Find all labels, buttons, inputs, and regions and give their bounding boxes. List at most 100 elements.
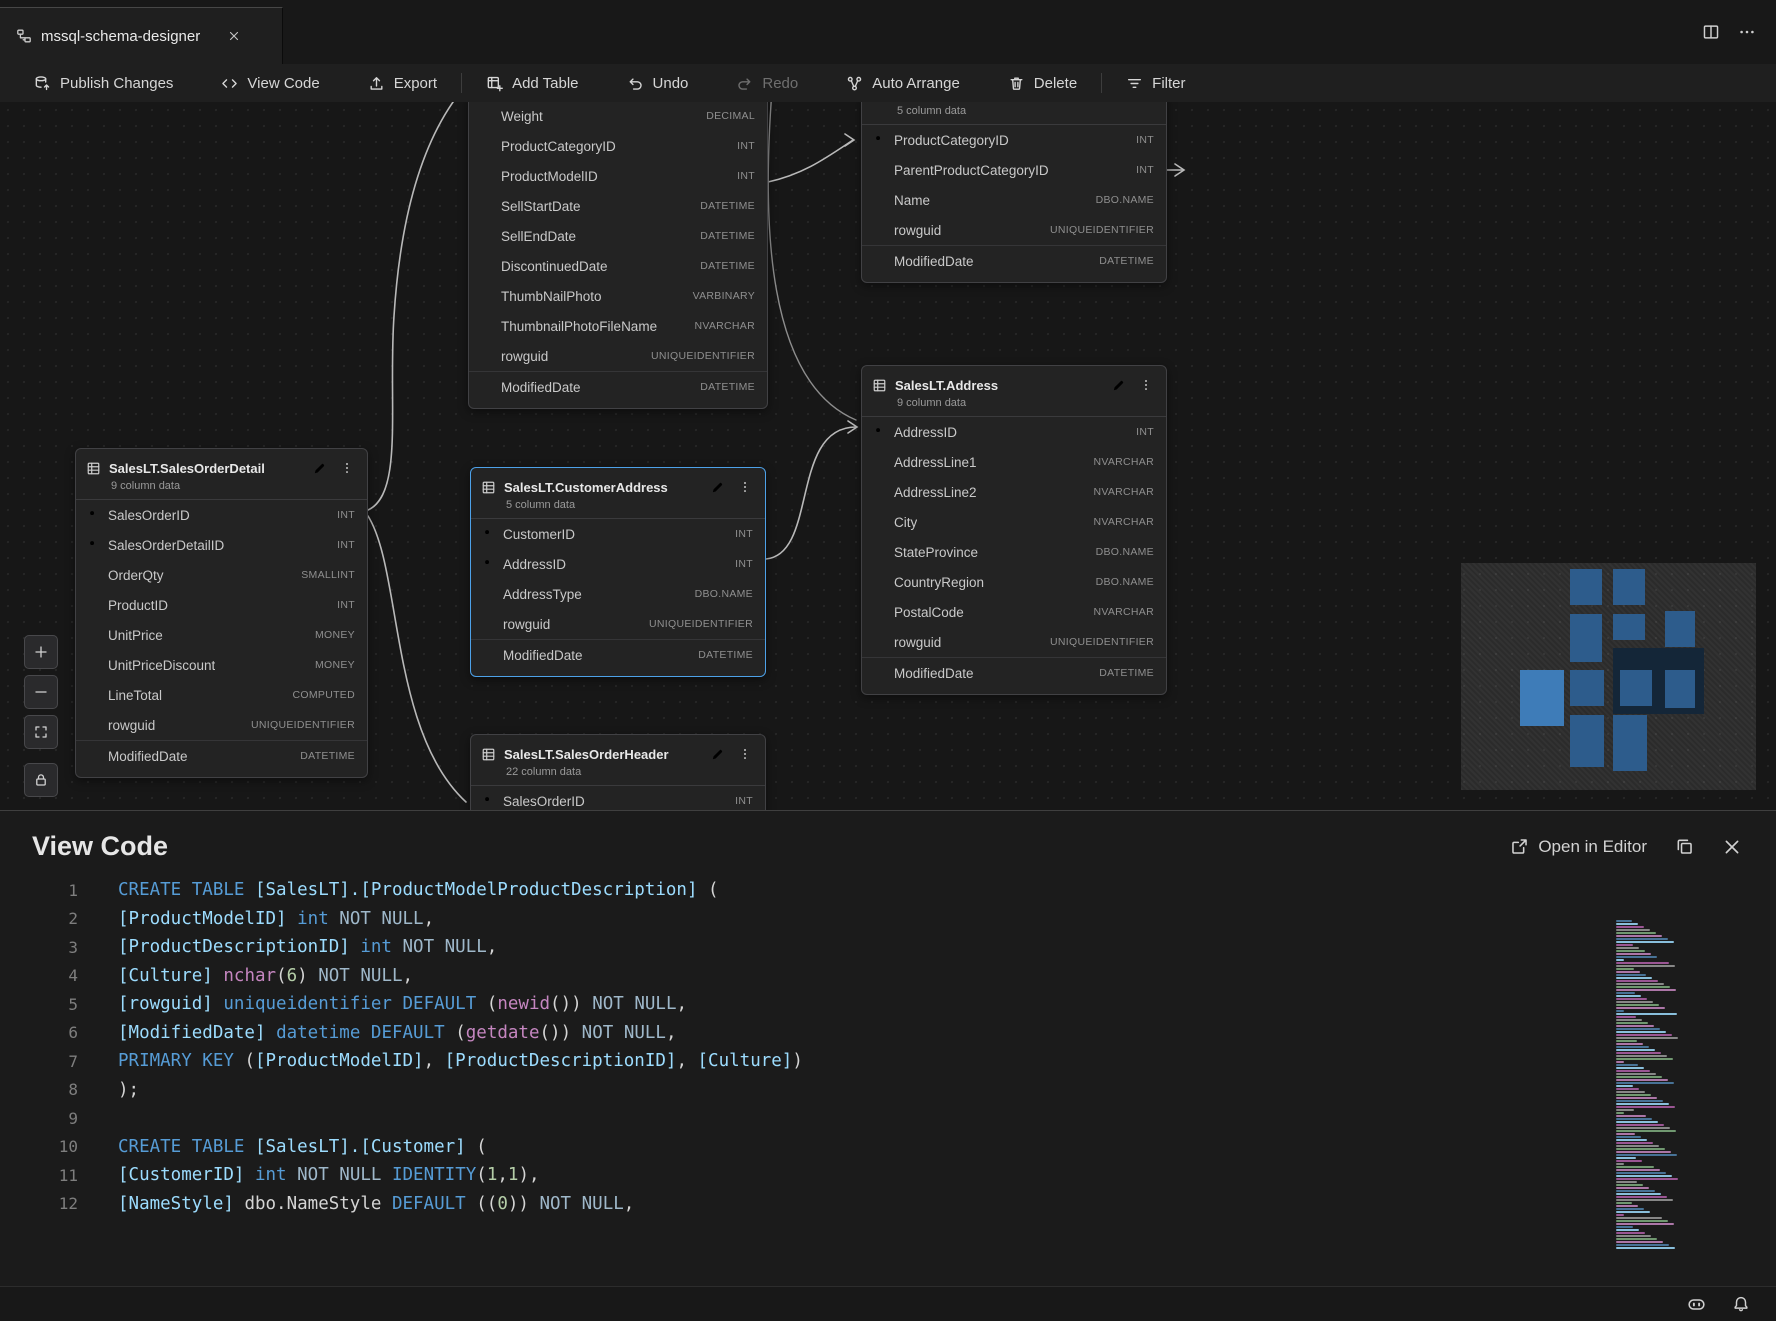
schema-canvas[interactable]: WeightDECIMALProductCategoryIDINTProduct… bbox=[0, 102, 1776, 810]
table-row[interactable]: ThumbNailPhotoVARBINARY bbox=[469, 281, 767, 311]
table-row[interactable]: PostalCodeNVARCHAR bbox=[862, 597, 1166, 627]
table-row[interactable]: ProductIDINT bbox=[76, 590, 367, 620]
table-row[interactable]: LineTotalCOMPUTED bbox=[76, 680, 367, 710]
canvas-minimap[interactable] bbox=[1461, 563, 1756, 790]
table-card-product[interactable]: WeightDECIMALProductCategoryIDINTProduct… bbox=[468, 102, 768, 409]
table-card-header[interactable]: SalesLT.Address bbox=[862, 366, 1166, 395]
code-minimap-line bbox=[1616, 1139, 1647, 1141]
table-row[interactable]: SalesOrderIDINT bbox=[471, 786, 765, 810]
table-row[interactable]: UnitPriceMONEY bbox=[76, 620, 367, 650]
edit-table-icon[interactable] bbox=[309, 458, 329, 478]
close-tab-icon[interactable] bbox=[223, 25, 245, 47]
line-number: 3 bbox=[0, 938, 78, 957]
table-row[interactable]: DiscontinuedDateDATETIME bbox=[469, 251, 767, 281]
table-card-header[interactable]: SalesLT.SalesOrderDetail bbox=[76, 449, 367, 478]
table-row[interactable]: AddressLine2NVARCHAR bbox=[862, 477, 1166, 507]
table-row[interactable]: NameDBO.NAME bbox=[862, 185, 1166, 215]
table-row[interactable]: AddressIDINT bbox=[471, 549, 765, 579]
table-menu-icon[interactable] bbox=[337, 458, 357, 478]
table-row[interactable]: ModifiedDateDATETIME bbox=[469, 371, 767, 402]
toolbar-delete-button[interactable]: Delete bbox=[984, 64, 1101, 102]
close-panel-icon[interactable] bbox=[1722, 837, 1742, 857]
table-row[interactable]: ProductModelIDINT bbox=[469, 161, 767, 191]
fit-view-button[interactable] bbox=[24, 715, 58, 749]
column-name: SalesOrderID bbox=[108, 508, 190, 523]
toolbar-auto-arrange-button[interactable]: Auto Arrange bbox=[822, 64, 984, 102]
table-row[interactable]: AddressTypeDBO.NAME bbox=[471, 579, 765, 609]
table-row[interactable]: rowguidUNIQUEIDENTIFIER bbox=[76, 710, 367, 740]
table-row[interactable]: WeightDECIMAL bbox=[469, 102, 767, 131]
table-subtitle: 9 column data bbox=[862, 395, 1166, 416]
more-actions-icon[interactable] bbox=[1738, 23, 1756, 41]
primary-key-icon bbox=[483, 795, 503, 808]
code-minimap[interactable] bbox=[1614, 919, 1690, 1257]
table-row[interactable]: OrderQtySMALLINT bbox=[76, 560, 367, 590]
table-row[interactable]: AddressIDINT bbox=[862, 417, 1166, 447]
table-row[interactable]: rowguidUNIQUEIDENTIFIER bbox=[469, 341, 767, 371]
copy-icon[interactable] bbox=[1675, 837, 1694, 856]
table-row[interactable]: AddressLine1NVARCHAR bbox=[862, 447, 1166, 477]
toolbar-redo-button[interactable]: Redo bbox=[712, 64, 822, 102]
toolbar-filter-button[interactable]: Filter bbox=[1102, 64, 1209, 102]
code-minimap-line bbox=[1616, 1127, 1670, 1129]
table-row[interactable]: CountryRegionDBO.NAME bbox=[862, 567, 1166, 597]
copilot-icon[interactable] bbox=[1687, 1295, 1706, 1314]
table-row[interactable]: rowguidUNIQUEIDENTIFIER bbox=[862, 627, 1166, 657]
toolbar-export-button[interactable]: Export bbox=[344, 64, 461, 102]
table-card-address[interactable]: SalesLT.Address9 column dataAddressIDINT… bbox=[861, 365, 1167, 695]
table-row[interactable]: ModifiedDateDATETIME bbox=[862, 657, 1166, 688]
zoom-out-button[interactable] bbox=[24, 675, 58, 709]
table-row[interactable]: rowguidUNIQUEIDENTIFIER bbox=[862, 215, 1166, 245]
table-menu-icon[interactable] bbox=[735, 477, 755, 497]
table-card-header[interactable]: SalesLT.SalesOrderHeader bbox=[471, 735, 765, 764]
zoom-in-button[interactable] bbox=[24, 635, 58, 669]
table-row[interactable]: SalesOrderIDINT bbox=[76, 500, 367, 530]
notifications-icon[interactable] bbox=[1732, 1295, 1750, 1313]
code-minimap-line bbox=[1616, 989, 1676, 991]
column-type: INT bbox=[1126, 164, 1154, 176]
minimap-table-rect bbox=[1570, 715, 1604, 767]
table-row[interactable]: SalesOrderDetailIDINT bbox=[76, 530, 367, 560]
table-row[interactable]: ModifiedDateDATETIME bbox=[471, 639, 765, 670]
table-card-sales-order-detail[interactable]: SalesLT.SalesOrderDetail9 column dataSal… bbox=[75, 448, 368, 778]
code-minimap-line bbox=[1616, 1007, 1665, 1009]
line-number: 12 bbox=[0, 1194, 78, 1213]
table-row[interactable]: rowguidUNIQUEIDENTIFIER bbox=[471, 609, 765, 639]
table-menu-icon[interactable] bbox=[1136, 375, 1156, 395]
table-row[interactable]: ModifiedDateDATETIME bbox=[76, 740, 367, 771]
open-external-icon bbox=[1510, 837, 1529, 856]
edit-table-icon[interactable] bbox=[707, 477, 727, 497]
toolbar-view-code-button[interactable]: View Code bbox=[197, 64, 343, 102]
table-row[interactable]: ParentProductCategoryIDINT bbox=[862, 155, 1166, 185]
add-table-icon bbox=[486, 75, 503, 92]
line-number: 10 bbox=[0, 1137, 78, 1156]
edit-table-icon[interactable] bbox=[707, 744, 727, 764]
open-in-editor-button[interactable]: Open in Editor bbox=[1510, 837, 1647, 857]
toolbar-publish-button[interactable]: Publish Changes bbox=[10, 64, 197, 102]
toolbar-undo-button[interactable]: Undo bbox=[603, 64, 713, 102]
table-row[interactable]: StateProvinceDBO.NAME bbox=[862, 537, 1166, 567]
split-editor-icon[interactable] bbox=[1702, 23, 1720, 41]
table-card-customer-address[interactable]: SalesLT.CustomerAddress5 column dataCust… bbox=[470, 467, 766, 677]
code-line: 5[rowguid] uniqueidentifier DEFAULT (new… bbox=[0, 990, 1776, 1019]
table-row[interactable]: ThumbnailPhotoFileNameNVARCHAR bbox=[469, 311, 767, 341]
tab-mssql-schema-designer[interactable]: mssql-schema-designer bbox=[0, 7, 283, 64]
table-card-header[interactable]: SalesLT.CustomerAddress bbox=[471, 468, 765, 497]
table-card-product-category[interactable]: 5 column dataProductCategoryIDINTParentP… bbox=[861, 102, 1167, 283]
table-row[interactable]: ProductCategoryIDINT bbox=[469, 131, 767, 161]
table-row[interactable]: SellEndDateDATETIME bbox=[469, 221, 767, 251]
table-row[interactable]: SellStartDateDATETIME bbox=[469, 191, 767, 221]
table-menu-icon[interactable] bbox=[735, 744, 755, 764]
lock-icon bbox=[33, 772, 49, 788]
column-type: DATETIME bbox=[690, 200, 755, 212]
table-row[interactable]: ModifiedDateDATETIME bbox=[862, 245, 1166, 276]
code-minimap-line bbox=[1616, 1238, 1657, 1240]
table-row[interactable]: CustomerIDINT bbox=[471, 519, 765, 549]
toolbar-add-table-button[interactable]: Add Table bbox=[462, 64, 602, 102]
lock-button[interactable] bbox=[24, 763, 58, 797]
table-row[interactable]: UnitPriceDiscountMONEY bbox=[76, 650, 367, 680]
table-row[interactable]: CityNVARCHAR bbox=[862, 507, 1166, 537]
table-card-sales-order-header[interactable]: SalesLT.SalesOrderHeader22 column dataSa… bbox=[470, 734, 766, 810]
edit-table-icon[interactable] bbox=[1108, 375, 1128, 395]
table-row[interactable]: ProductCategoryIDINT bbox=[862, 125, 1166, 155]
